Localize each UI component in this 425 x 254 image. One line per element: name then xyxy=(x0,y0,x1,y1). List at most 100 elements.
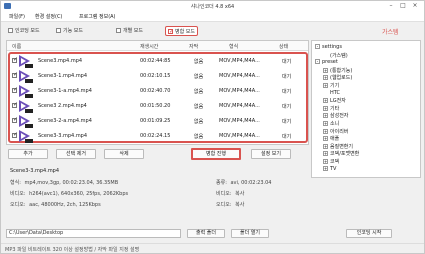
menu-file[interactable]: 파일(F) xyxy=(9,13,25,20)
info-key: 종류 xyxy=(216,180,226,186)
col-duration[interactable]: 재생시간 xyxy=(140,43,158,50)
expand-icon[interactable]: + xyxy=(323,136,328,142)
expand-icon[interactable]: + xyxy=(323,105,328,111)
list-item[interactable]: Scene3.mp4.mp4 00:02:44:85 없음 MOV,MP4,M4A..… xyxy=(10,54,306,69)
clear-button[interactable]: 삭제 xyxy=(104,149,144,159)
checkbox-icon xyxy=(56,28,61,33)
tree-node-label: LG전자 xyxy=(330,98,346,105)
tree-node-label: 코덱/포맷변환 xyxy=(330,151,360,158)
menu-settings[interactable]: 환경 설정(C) xyxy=(35,13,62,20)
tree-node-label: 소니 xyxy=(330,121,340,127)
expand-icon[interactable]: + xyxy=(323,113,328,119)
start-encoding-button[interactable]: 인코딩 시작 xyxy=(346,229,392,238)
cell-name: Scene3.mp4.mp4 xyxy=(38,58,83,64)
list-item[interactable]: Scene3-1-a.mp4.mp4 00:02:40.70 없음 MOV,MP4,M… xyxy=(10,84,306,99)
tree-node[interactable]: + 애플 xyxy=(323,135,339,142)
tree-node[interactable]: + 삼성전자 xyxy=(323,112,348,119)
tree-node[interactable]: + 소니 xyxy=(323,120,339,127)
video-file-icon xyxy=(19,70,34,83)
expand-icon[interactable]: + xyxy=(323,143,328,149)
list-item[interactable]: Scene3 2.mp4.mp4 00:01:50.20 없음 MOV,MP4,M4A… xyxy=(10,99,306,114)
cell-format: MOV,MP4,M4A... xyxy=(219,58,260,64)
output-path-field[interactable]: C:\User\Data\Desktop xyxy=(6,229,181,238)
cell-format: MOV,MP4,M4A... xyxy=(219,103,260,109)
tree-node[interactable]: HTC xyxy=(323,90,340,96)
minimize-icon[interactable]: – xyxy=(385,2,397,10)
tree-node[interactable]: + TV xyxy=(323,165,336,172)
mode-individual[interactable]: 개별 모드 xyxy=(114,26,145,36)
merge-run-button[interactable]: 병합 진행 xyxy=(191,148,241,160)
list-item[interactable]: Scene3-1.mp4.mp4 00:02:10.15 없음 MOV,MP4,M4A… xyxy=(10,69,306,84)
collapse-icon[interactable]: - xyxy=(315,59,320,65)
menu-about[interactable]: 프로그램 정보(A) xyxy=(79,13,116,20)
tree-node[interactable]: + 기기 xyxy=(323,82,339,89)
cell-subtitle: 없음 xyxy=(194,74,204,80)
mode-function[interactable]: 기능 모드 xyxy=(54,26,85,36)
tree-node[interactable]: + 아이리버 xyxy=(323,128,348,135)
expand-icon[interactable]: + xyxy=(323,98,328,104)
tree-node-label: 아이리버 xyxy=(330,128,349,135)
tree-node[interactable]: + 코덱/포맷변환 xyxy=(323,150,359,157)
open-folder-button[interactable]: 폴더 열기 xyxy=(231,229,269,238)
video-file-icon xyxy=(19,100,34,113)
tree-node-label: 음질변환기 xyxy=(330,143,354,150)
info-value: avi, 00:02:23.04 xyxy=(230,180,272,186)
expand-icon[interactable]: + xyxy=(323,75,328,81)
info-value: 복사 xyxy=(235,202,245,208)
col-status[interactable]: 상태 xyxy=(279,43,288,50)
mode-encoding[interactable]: 인코딩 모드 xyxy=(6,26,42,36)
col-format[interactable]: 형식 xyxy=(229,43,238,50)
cell-subtitle: 없음 xyxy=(194,89,204,95)
info-value: aac, 48000Hz, 2ch, 125Kbps xyxy=(29,202,101,208)
cell-subtitle: 없음 xyxy=(194,104,204,110)
expand-icon[interactable]: + xyxy=(323,165,328,171)
tree-node[interactable]: (가스템) xyxy=(323,52,348,59)
expand-icon[interactable]: + xyxy=(323,83,328,88)
cell-name: Scene3-2-a.mp4.mp4 xyxy=(38,118,92,124)
col-subtitle[interactable]: 자막 xyxy=(189,43,198,50)
add-button[interactable]: 추가 xyxy=(8,149,48,159)
list-item[interactable]: Scene3-3.mp4.mp4 00:02:24.15 없음 MOV,MP4,M4A… xyxy=(10,129,306,144)
remove-selected-button[interactable]: 선택 제거 xyxy=(56,149,96,159)
row-checkbox[interactable] xyxy=(12,101,18,108)
row-checkbox[interactable] xyxy=(12,131,18,138)
preset-tree[interactable]: - settings (가스템) - preset + (통합기능) + (웹업로드) + 기기 HT… xyxy=(311,40,421,178)
tree-node[interactable]: + (웹업로드) xyxy=(323,74,352,81)
expand-icon[interactable]: + xyxy=(323,151,328,157)
tree-node[interactable]: + LG전자 xyxy=(323,97,346,104)
tree-node[interactable]: - settings xyxy=(315,44,342,50)
expand-icon[interactable]: + xyxy=(323,67,328,73)
close-icon[interactable]: × xyxy=(409,2,421,10)
tree-node[interactable]: + 음질변환기 xyxy=(323,143,353,150)
tree-node-label: 삼성전자 xyxy=(330,113,349,120)
tree-node-label: 코덱 xyxy=(330,159,340,165)
tree-node[interactable]: + 기타 xyxy=(323,105,339,112)
mode-label: 인코딩 모드 xyxy=(15,28,40,34)
maximize-icon[interactable]: □ xyxy=(397,2,409,10)
info-key: 형식 xyxy=(10,180,20,186)
row-checkbox[interactable] xyxy=(12,56,18,63)
info-row-audio-out: 오디오: 복사 xyxy=(216,202,245,208)
file-list[interactable]: 이름 재생시간 자막 형식 상태 Scene3.mp4.mp4 00:02:44:… xyxy=(6,40,309,145)
col-name[interactable]: 이름 xyxy=(12,43,21,50)
row-checkbox[interactable] xyxy=(12,116,18,123)
mode-merge[interactable]: 병합 모드 xyxy=(165,26,198,37)
tree-node[interactable]: + 코덱 xyxy=(323,158,339,165)
row-checkbox[interactable] xyxy=(12,71,18,78)
cell-name: Scene3-1-a.mp4.mp4 xyxy=(38,88,92,94)
tree-node[interactable]: + (통합기능) xyxy=(323,67,352,74)
expand-icon[interactable]: + xyxy=(323,128,328,134)
expand-icon[interactable]: + xyxy=(323,121,328,126)
checkbox-icon xyxy=(8,28,13,33)
info-row-video-out: 비디오: 복사 xyxy=(216,191,245,197)
tree-node[interactable]: - preset xyxy=(315,59,338,65)
collapse-icon[interactable]: - xyxy=(315,44,320,49)
more-settings-button[interactable]: 설정 보기 xyxy=(251,149,291,159)
tree-node-label: HTC xyxy=(330,89,341,96)
mode-label: 기능 모드 xyxy=(63,28,83,34)
browse-folder-button[interactable]: 출력 폴더 xyxy=(187,229,225,238)
expand-icon[interactable]: + xyxy=(323,159,328,164)
row-checkbox[interactable] xyxy=(12,86,18,93)
list-item[interactable]: Scene3-2-a.mp4.mp4 00:01:09.25 없음 MOV,MP4,M… xyxy=(10,114,306,129)
info-row-audio: 오디오: aac, 48000Hz, 2ch, 125Kbps xyxy=(10,202,101,208)
